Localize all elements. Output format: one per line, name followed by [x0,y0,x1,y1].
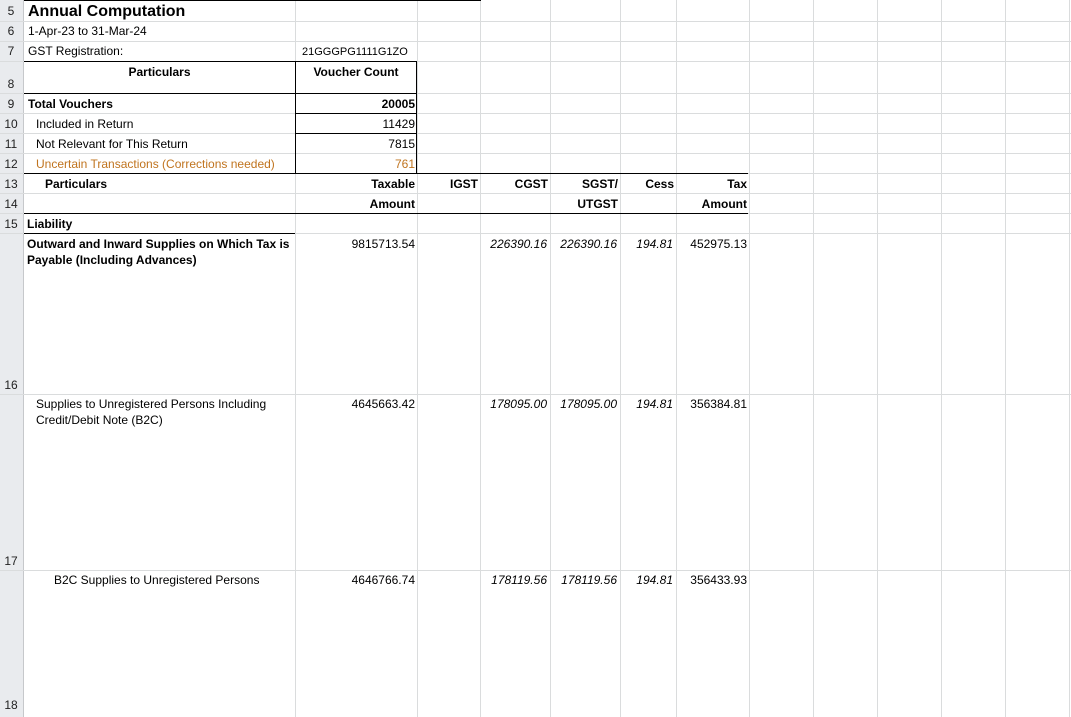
border-line [295,113,417,114]
liability-row-label[interactable]: Supplies to Unregistered Persons Includi… [36,396,293,428]
summary-label-not-relevant[interactable]: Not Relevant for This Return [36,137,188,151]
cess-cell[interactable]: 194.81 [621,397,673,411]
gst-registration-label[interactable]: GST Registration: [28,44,123,58]
grid-line [749,0,750,717]
grid-line [676,0,677,717]
liability-label[interactable]: Liability [27,217,72,231]
gst-registration-value[interactable]: 21GGGPG1111G1ZO [302,45,408,59]
tax-amount-cell[interactable]: 452975.13 [677,237,747,251]
liability-row-label[interactable]: B2C Supplies to Unregistered Persons [54,573,259,587]
tax-amount-cell[interactable]: 356433.93 [677,573,747,587]
cess-cell[interactable]: 194.81 [621,573,673,587]
border-line [24,233,295,234]
sgst-header-1[interactable]: SGST/ [551,177,618,191]
row-number[interactable]: 5 [0,4,22,18]
grid-line [0,193,1071,194]
row-number[interactable]: 9 [0,97,22,111]
grid-line [0,570,1071,571]
row-number[interactable]: 8 [0,77,22,91]
border-line [416,61,417,174]
liability-row-label[interactable]: Outward and Inward Supplies on Which Tax… [27,236,293,268]
summary-label-included[interactable]: Included in Return [36,117,133,131]
grid-line [1069,0,1070,717]
cgst-header[interactable]: CGST [481,177,548,191]
voucher-count-header[interactable]: Voucher Count [296,65,416,79]
grid-line [0,394,1071,395]
taxable-amount-cell[interactable]: 4646766.74 [296,573,415,587]
row-number[interactable]: 17 [0,554,22,568]
row-number[interactable]: 13 [0,177,22,191]
summary-label-uncertain[interactable]: Uncertain Transactions (Corrections need… [36,157,275,171]
sgst-cell[interactable]: 226390.16 [551,237,617,251]
taxable-amount-cell[interactable]: 4645663.42 [296,397,415,411]
sgst-cell[interactable]: 178095.00 [551,397,617,411]
report-title[interactable]: Annual Computation [28,3,185,21]
border-line [24,61,417,62]
grid-line [0,21,1071,22]
taxable-amount-cell[interactable]: 9815713.54 [296,237,415,251]
cgst-cell[interactable]: 226390.16 [481,237,547,251]
grid-line [1005,0,1006,717]
row-number[interactable]: 14 [0,197,22,211]
grid-line [877,0,878,717]
summary-value-total[interactable]: 20005 [296,97,415,111]
border-line [24,213,748,214]
grid-line [0,153,1071,154]
grid-line [550,0,551,717]
tax-amount-cell[interactable]: 356384.81 [677,397,747,411]
grid-line [941,0,942,717]
row-number[interactable]: 11 [0,137,22,151]
grid-line [0,133,1071,134]
grid-line [0,113,1071,114]
tax-header-1[interactable]: Tax [677,177,747,191]
igst-header[interactable]: IGST [418,177,478,191]
border-line [295,133,417,134]
cgst-cell[interactable]: 178095.00 [481,397,547,411]
border-line [24,93,417,94]
grid-line [0,41,1071,42]
row-number[interactable]: 12 [0,157,22,171]
border-line [24,173,748,174]
summary-label-total[interactable]: Total Vouchers [28,97,113,111]
row-number[interactable]: 10 [0,117,22,131]
taxable-header-1[interactable]: Taxable [296,177,415,191]
row-number[interactable]: 15 [0,217,22,231]
report-period[interactable]: 1-Apr-23 to 31-Mar-24 [28,24,147,38]
row-number[interactable]: 18 [0,698,22,712]
grid-line [480,0,481,717]
summary-value-not-relevant[interactable]: 7815 [296,137,415,151]
cgst-cell[interactable]: 178119.56 [481,573,547,587]
border-line [24,0,481,1]
row-number[interactable]: 6 [0,24,22,38]
particulars-header[interactable]: Particulars [45,177,107,191]
grid-line [813,0,814,717]
cess-header[interactable]: Cess [621,177,674,191]
summary-value-uncertain[interactable]: 761 [296,157,415,171]
tax-header-2[interactable]: Amount [677,197,747,211]
cess-cell[interactable]: 194.81 [621,237,673,251]
sgst-cell[interactable]: 178119.56 [551,573,617,587]
grid-line [620,0,621,717]
row-number[interactable]: 7 [0,44,22,58]
row-number[interactable]: 16 [0,378,22,392]
summary-particulars-header[interactable]: Particulars [24,65,295,79]
taxable-header-2[interactable]: Amount [296,197,415,211]
sgst-header-2[interactable]: UTGST [551,197,618,211]
grid-line [417,0,418,717]
summary-value-included[interactable]: 11429 [296,117,415,131]
